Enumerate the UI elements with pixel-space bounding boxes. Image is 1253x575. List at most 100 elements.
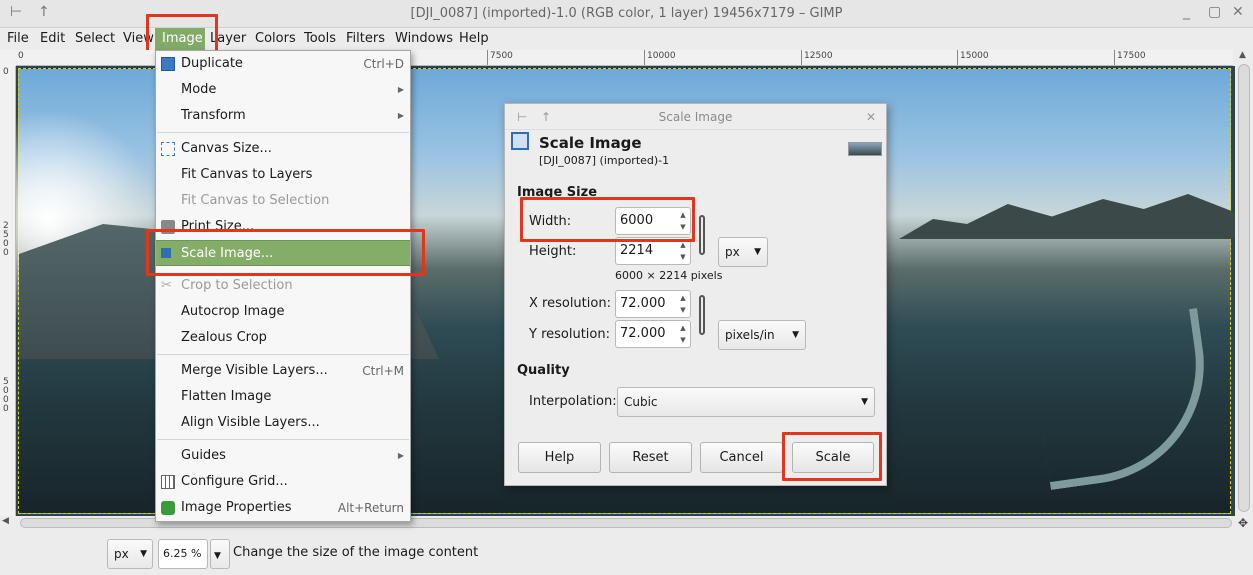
close-icon[interactable]: ✕ [1232, 4, 1244, 20]
x-resolution-label: X resolution: [529, 296, 611, 311]
curved-pier [1028, 307, 1220, 491]
spin-arrows-icon[interactable]: ▲ ▼ [677, 239, 689, 263]
menu-item-canvas-size[interactable]: Canvas Size... [156, 136, 410, 162]
scale-image-icon [511, 132, 529, 150]
resolution-unit-select[interactable]: pixels/in ▼ [718, 320, 806, 350]
x-resolution-value: 72.000 [620, 296, 666, 311]
reset-button[interactable]: Reset [609, 442, 692, 473]
chevron-down-icon: ▼ [140, 549, 147, 559]
menu-item-mode[interactable]: Mode ▶ [156, 77, 410, 103]
menu-item-label: Merge Visible Layers... [181, 363, 328, 378]
ruler-label: 0 [18, 51, 24, 61]
menu-edit[interactable]: Edit [37, 30, 68, 48]
menu-tools[interactable]: Tools [301, 30, 339, 48]
menu-filters[interactable]: Filters [343, 30, 388, 48]
menu-item-label: Crop to Selection [181, 278, 293, 293]
size-unit-select[interactable]: px ▼ [718, 237, 768, 267]
pixels-info: 6000 × 2214 pixels [615, 269, 723, 282]
ruler-corner [0, 50, 16, 66]
x-resolution-input[interactable]: 72.000 ▲ ▼ [615, 290, 691, 318]
duplicate-icon [161, 57, 175, 71]
menu-item-label: Fit Canvas to Selection [181, 193, 330, 208]
resolution-unit-value: pixels/in [725, 328, 775, 342]
zoom-input[interactable]: 6.25 % [158, 539, 208, 569]
submenu-arrow-icon: ▶ [397, 111, 404, 120]
pin-icon[interactable]: ⊢ [517, 104, 527, 130]
chevron-down-icon: ▼ [214, 551, 221, 561]
up-arrow-icon[interactable]: ↑ [541, 104, 551, 130]
menu-item-transform[interactable]: Transform ▶ [156, 103, 410, 129]
zoom-dropdown[interactable]: ▼ [210, 539, 230, 569]
scale-image-dialog: ⊢ ↑ Scale Image ✕ Scale Image [DJI_0087]… [504, 103, 887, 486]
dialog-window-title: Scale Image [658, 110, 733, 124]
interpolation-select[interactable]: Cubic ▼ [617, 387, 875, 417]
close-icon[interactable]: ✕ [866, 104, 876, 130]
menu-windows[interactable]: Windows [392, 30, 456, 48]
menu-item-fit-canvas-layers[interactable]: Fit Canvas to Layers [156, 162, 410, 188]
chevron-down-icon: ▼ [861, 397, 868, 407]
quality-label: Quality [517, 363, 570, 378]
menu-item-zealous-crop[interactable]: Zealous Crop [156, 325, 410, 351]
vertical-ruler[interactable]: 0 2500 5000 [0, 66, 16, 516]
menu-item-label: Fit Canvas to Layers [181, 167, 313, 182]
maximize-icon[interactable]: ▢ [1208, 4, 1221, 20]
y-resolution-value: 72.000 [620, 326, 666, 341]
cancel-button[interactable]: Cancel [700, 442, 783, 473]
zoom-value: 6.25 % [163, 547, 202, 560]
menu-item-merge-visible[interactable]: Merge Visible Layers... Ctrl+M [156, 358, 410, 384]
unit-value: px [114, 547, 129, 561]
ruler-label: 5000 [3, 377, 9, 414]
image-menu-dropdown: Duplicate Ctrl+D Mode ▶ Transform ▶ Canv… [155, 50, 411, 522]
vertical-scrollbar[interactable]: ▲ [1235, 50, 1253, 516]
menu-item-crop-selection: ✂ Crop to Selection [156, 273, 410, 299]
menu-item-label: Autocrop Image [181, 304, 285, 319]
height-value: 2214 [620, 243, 654, 258]
menu-colors[interactable]: Colors [252, 30, 299, 48]
size-unit-value: px [725, 245, 740, 259]
scroll-up-icon[interactable]: ▲ [1239, 50, 1246, 60]
spin-arrows-icon[interactable]: ▲ ▼ [677, 292, 689, 316]
ruler-label: 7500 [490, 51, 513, 61]
menu-item-autocrop[interactable]: Autocrop Image [156, 299, 410, 325]
image-thumbnail [848, 142, 882, 156]
ruler-label: 17500 [1117, 51, 1146, 61]
menu-item-align-visible[interactable]: Align Visible Layers... [156, 410, 410, 436]
chain-link-icon[interactable] [699, 295, 705, 335]
interpolation-label: Interpolation: [529, 394, 617, 409]
menu-item-label: Image Properties [181, 500, 292, 515]
menu-item-flatten[interactable]: Flatten Image [156, 384, 410, 410]
menu-select[interactable]: Select [72, 30, 118, 48]
chain-link-icon[interactable] [699, 215, 705, 255]
menu-item-fit-canvas-selection: Fit Canvas to Selection [156, 188, 410, 214]
ruler-label: 2500 [3, 221, 9, 258]
menu-help[interactable]: Help [456, 30, 492, 48]
submenu-arrow-icon: ▶ [397, 85, 404, 94]
menu-item-duplicate[interactable]: Duplicate Ctrl+D [156, 51, 410, 77]
y-resolution-input[interactable]: 72.000 ▲ ▼ [615, 320, 691, 348]
menu-item-label: Duplicate [181, 56, 243, 71]
menu-item-configure-grid[interactable]: Configure Grid... [156, 469, 410, 495]
menu-item-guides[interactable]: Guides ▶ [156, 443, 410, 469]
spin-arrows-icon[interactable]: ▲ ▼ [677, 322, 689, 346]
chevron-down-icon: ▼ [792, 330, 799, 340]
menu-item-label: Configure Grid... [181, 474, 288, 489]
scroll-left-icon[interactable]: ◀ [2, 516, 9, 526]
navigate-icon[interactable]: ✥ [1238, 516, 1248, 530]
menu-item-image-properties[interactable]: Image Properties Alt+Return [156, 495, 410, 521]
ruler-label: 12500 [804, 51, 833, 61]
status-bar: px ▼ 6.25 % ▼ Change the size of the ima… [0, 530, 1253, 575]
menu-item-label: Flatten Image [181, 389, 272, 404]
menu-item-label: Transform [181, 108, 246, 123]
shortcut-label: Ctrl+D [363, 57, 404, 71]
chevron-down-icon: ▼ [754, 247, 761, 257]
status-message: Change the size of the image content [233, 545, 479, 560]
menu-file[interactable]: File [4, 30, 32, 48]
help-button[interactable]: Help [518, 442, 601, 473]
minimize-icon[interactable]: _ [1183, 4, 1190, 20]
unit-select[interactable]: px ▼ [107, 539, 153, 569]
menu-item-label: Canvas Size... [181, 141, 272, 156]
dialog-titlebar: ⊢ ↑ Scale Image ✕ [505, 104, 886, 130]
annotation-box-scale-button [782, 432, 882, 481]
grid-icon [161, 475, 175, 489]
ruler-label: 15000 [960, 51, 989, 61]
